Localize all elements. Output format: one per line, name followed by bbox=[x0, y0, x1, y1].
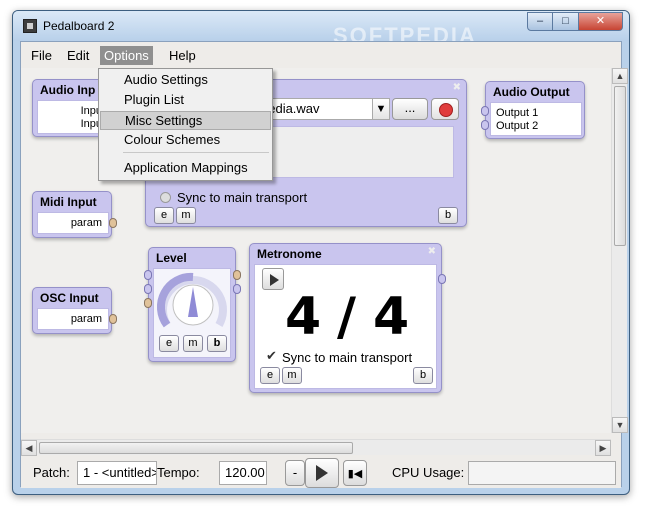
menu-item-audio-settings[interactable]: Audio Settings bbox=[100, 71, 271, 90]
play-icon bbox=[316, 465, 328, 481]
node-body: 4 / 4 ✔ Sync to main transport e m b bbox=[254, 264, 437, 389]
param-label: param bbox=[70, 217, 102, 229]
scroll-left-icon[interactable]: ◀ bbox=[21, 440, 37, 456]
scroll-up-icon[interactable]: ▲ bbox=[612, 68, 628, 84]
input-pin[interactable] bbox=[144, 298, 152, 308]
rewind-icon: ▮◀ bbox=[347, 468, 363, 480]
maximize-button[interactable]: □ bbox=[553, 12, 579, 31]
scroll-down-icon[interactable]: ▼ bbox=[612, 417, 628, 433]
cpu-usage-meter bbox=[468, 461, 616, 485]
tempo-minus-button[interactable]: - bbox=[285, 460, 305, 486]
menu-options[interactable]: Options bbox=[100, 46, 153, 65]
node-body: Output 1 Output 2 bbox=[490, 102, 582, 136]
node-body: param bbox=[37, 308, 109, 330]
menu-item-colour-schemes[interactable]: Colour Schemes bbox=[100, 131, 271, 150]
midi-input-node[interactable]: Midi Input param bbox=[32, 191, 117, 238]
close-button[interactable]: ✕ bbox=[579, 12, 623, 31]
input-label: Output 1 bbox=[496, 107, 539, 119]
close-icon[interactable]: ✖ bbox=[453, 82, 461, 93]
patch-label: Patch: bbox=[33, 465, 70, 480]
tempo-field[interactable]: 120.00 bbox=[219, 461, 267, 485]
output-pin[interactable] bbox=[438, 274, 446, 284]
output-pin[interactable] bbox=[233, 284, 241, 294]
input-pin[interactable] bbox=[481, 120, 489, 130]
close-icon[interactable]: ✖ bbox=[428, 246, 436, 257]
horizontal-scroll-thumb[interactable] bbox=[39, 442, 353, 454]
menu-file[interactable]: File bbox=[27, 46, 56, 65]
waveform-area bbox=[256, 126, 454, 178]
vertical-scrollbar[interactable]: ▲ ▼ bbox=[611, 68, 628, 433]
audio-output-node[interactable]: Audio Output Output 1 Output 2 bbox=[481, 81, 585, 139]
node-body: param bbox=[37, 212, 109, 234]
node-title: Metronome bbox=[257, 247, 322, 261]
title-bar[interactable]: Pedalboard 2 SOFTPEDIA – □ ✕ bbox=[13, 11, 629, 48]
level-knob[interactable] bbox=[154, 269, 232, 335]
sync-label: Sync to main transport bbox=[177, 190, 308, 205]
node-title: Audio Inp bbox=[40, 83, 96, 97]
patch-combo[interactable]: 1 - <untitled> bbox=[77, 461, 157, 485]
chevron-down-icon[interactable]: ▼ bbox=[372, 98, 390, 120]
file-combo[interactable]: pedia.wav bbox=[256, 98, 374, 120]
scroll-right-icon[interactable]: ▶ bbox=[595, 440, 611, 456]
cpu-usage-label: CPU Usage: bbox=[392, 465, 465, 480]
time-sig-slash: / bbox=[337, 287, 356, 347]
e-button[interactable]: e bbox=[154, 207, 174, 224]
level-node[interactable]: Level e m b bbox=[144, 247, 241, 362]
output-pin[interactable] bbox=[109, 218, 117, 228]
play-button[interactable] bbox=[305, 458, 339, 488]
menu-bar: File Edit Options Help bbox=[21, 42, 621, 66]
menu-item-plugin-list[interactable]: Plugin List bbox=[100, 91, 271, 110]
menu-separator bbox=[123, 152, 269, 153]
app-window: Pedalboard 2 SOFTPEDIA – □ ✕ File Edit O… bbox=[12, 10, 630, 495]
b-button[interactable]: b bbox=[413, 367, 433, 384]
time-sig-numerator: 4 bbox=[285, 287, 322, 347]
sync-label: Sync to main transport bbox=[282, 350, 413, 365]
e-button[interactable]: e bbox=[159, 335, 179, 352]
param-label: param bbox=[70, 313, 102, 325]
b-button[interactable]: b bbox=[438, 207, 458, 224]
metronome-node[interactable]: Metronome ✖ 4 / 4 ✔ Sync to main transpo… bbox=[249, 243, 446, 393]
menu-item-misc-settings[interactable]: Misc Settings bbox=[100, 111, 271, 130]
checkmark-icon[interactable]: ✔ bbox=[266, 348, 277, 364]
options-menu: Audio Settings Plugin List Misc Settings… bbox=[98, 68, 273, 181]
output-pin[interactable] bbox=[233, 270, 241, 280]
horizontal-scrollbar[interactable]: ◀ ▶ bbox=[21, 439, 611, 456]
output-pin[interactable] bbox=[109, 314, 117, 324]
window-title: Pedalboard 2 bbox=[43, 19, 115, 33]
vertical-scroll-thumb[interactable] bbox=[614, 86, 626, 246]
browse-button[interactable]: ... bbox=[392, 98, 428, 120]
play-icon[interactable] bbox=[262, 268, 284, 290]
app-icon bbox=[23, 19, 37, 33]
menu-help[interactable]: Help bbox=[165, 46, 200, 65]
osc-input-node[interactable]: OSC Input param bbox=[32, 287, 117, 334]
m-button[interactable]: m bbox=[183, 335, 203, 352]
tempo-label: Tempo: bbox=[157, 465, 200, 480]
time-sig-denominator: 4 bbox=[373, 287, 410, 347]
minimize-button[interactable]: – bbox=[527, 12, 553, 31]
menu-item-application-mappings[interactable]: Application Mappings bbox=[100, 159, 271, 178]
node-title: Audio Output bbox=[493, 85, 570, 99]
menu-edit[interactable]: Edit bbox=[63, 46, 93, 65]
m-button[interactable]: m bbox=[176, 207, 196, 224]
e-button[interactable]: e bbox=[260, 367, 280, 384]
node-title: Level bbox=[156, 251, 187, 265]
b-button[interactable]: b bbox=[207, 335, 227, 352]
input-label: Output 2 bbox=[496, 120, 539, 132]
sync-radio[interactable] bbox=[160, 192, 171, 203]
node-title: OSC Input bbox=[40, 291, 99, 305]
record-button[interactable] bbox=[431, 98, 459, 120]
m-button[interactable]: m bbox=[282, 367, 302, 384]
input-pin[interactable] bbox=[144, 270, 152, 280]
bottom-bar: Patch: 1 - <untitled> Tempo: 120.00 - ▮◀… bbox=[21, 458, 621, 488]
input-pin[interactable] bbox=[481, 106, 489, 116]
node-title: Midi Input bbox=[40, 195, 97, 209]
input-pin[interactable] bbox=[144, 284, 152, 294]
node-body: e m b bbox=[153, 268, 231, 358]
client-area: File Edit Options Help Audio Inp Inpu In… bbox=[20, 41, 628, 488]
rewind-button[interactable]: ▮◀ bbox=[343, 460, 367, 486]
